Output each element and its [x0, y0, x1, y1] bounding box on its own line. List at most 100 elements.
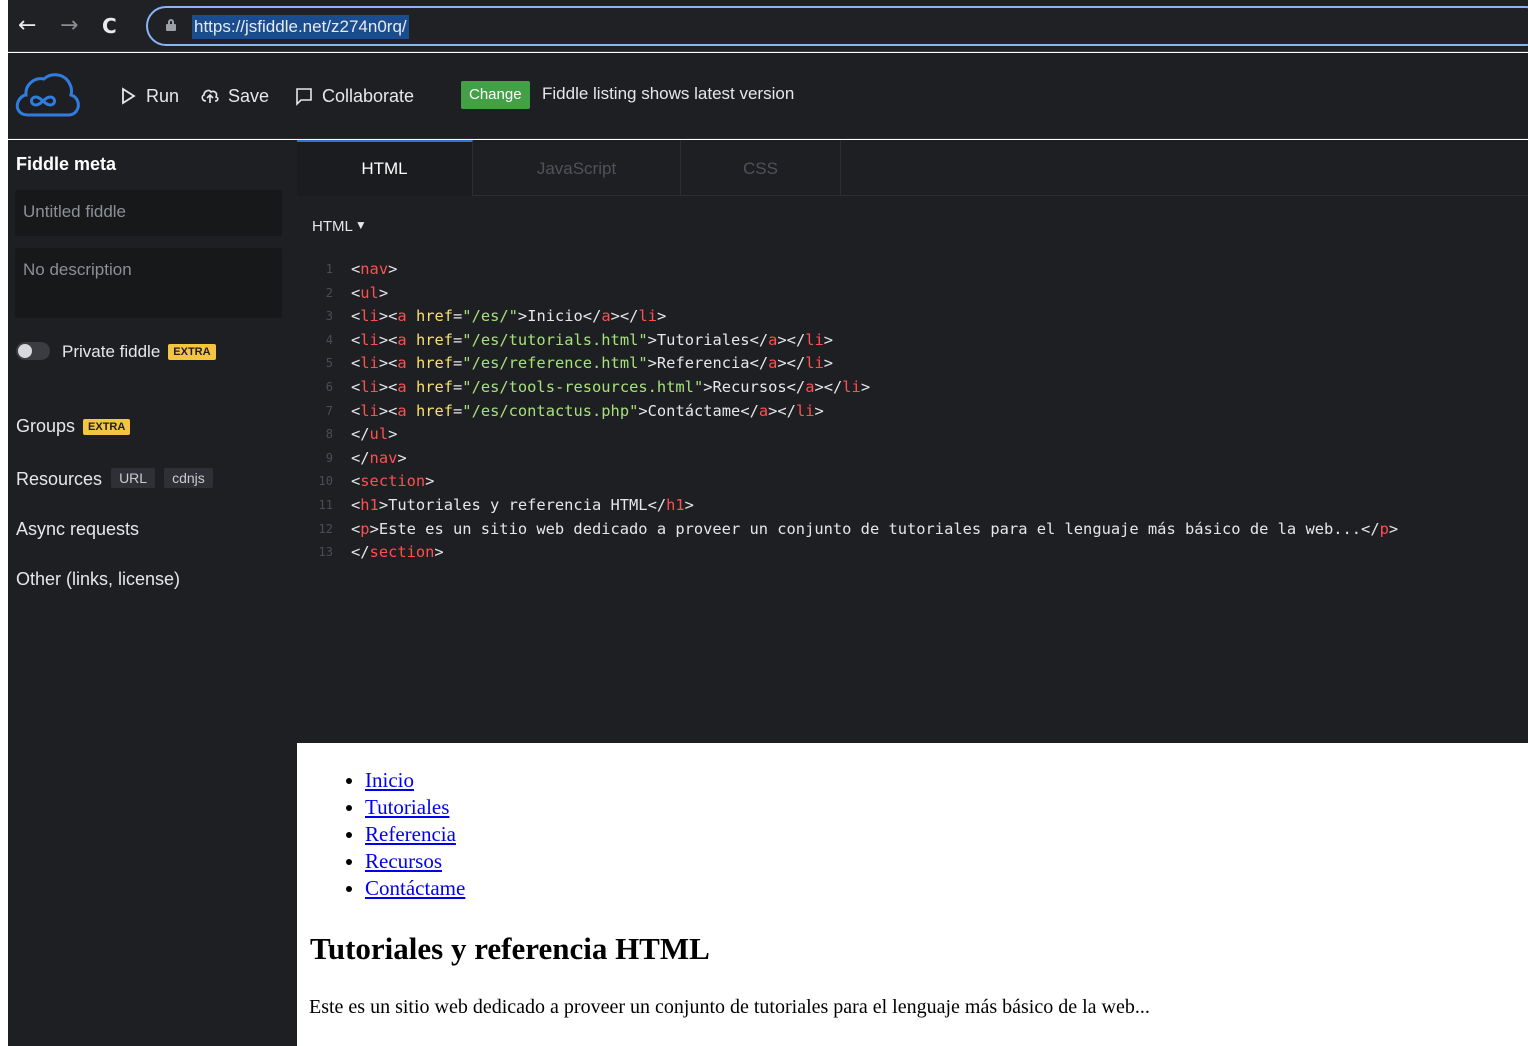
- code-line[interactable]: 13 </section>: [297, 541, 1528, 565]
- nav-list: Inicio Tutoriales Referencia Recursos Co…: [343, 767, 465, 902]
- save-button[interactable]: Save: [200, 83, 269, 109]
- app-header: Run Save Collaborate Change Fiddle listi…: [8, 53, 1528, 139]
- code-area[interactable]: 1 <nav> 2 <ul> 3 <li><a href="/es/">Inicio</a…: [297, 258, 1528, 565]
- code-text: <section>: [351, 472, 435, 491]
- line-number: 13: [318, 545, 333, 560]
- result-heading: Tutoriales y referencia HTML: [310, 931, 710, 966]
- resource-url-button[interactable]: URL: [111, 468, 156, 488]
- line-number: 8: [325, 427, 333, 442]
- collaborate-button[interactable]: Collaborate: [294, 83, 414, 109]
- play-icon: [122, 87, 136, 105]
- groups-label: Groups: [16, 416, 76, 436]
- line-number: 10: [318, 474, 333, 489]
- line-number: 3: [325, 309, 333, 324]
- private-label: Private fiddle EXTRA: [62, 342, 216, 362]
- line-number: 12: [318, 521, 333, 536]
- result-panel: Inicio Tutoriales Referencia Recursos Co…: [297, 743, 1528, 1046]
- tab-javascript[interactable]: JavaScript: [473, 140, 681, 196]
- code-line[interactable]: 12 <p>Este es un sitio web dedicado a pro…: [297, 518, 1528, 542]
- editor-tabs: HTML JavaScript CSS: [297, 140, 1528, 196]
- line-number: 9: [325, 450, 333, 465]
- code-line[interactable]: 4 <li><a href="/es/tutorials.html">Tutori…: [297, 329, 1528, 353]
- sidebar-title: Fiddle meta: [16, 154, 117, 174]
- run-button[interactable]: Run: [118, 83, 179, 109]
- sidebar-item-other[interactable]: Other (links, license): [16, 569, 180, 590]
- extra-badge: EXTRA: [83, 419, 131, 435]
- code-line[interactable]: 10 <section>: [297, 470, 1528, 494]
- tab-css[interactable]: CSS: [681, 140, 841, 196]
- line-number: 11: [318, 497, 333, 512]
- sidebar-item-groups[interactable]: Groups EXTRA: [16, 416, 131, 437]
- toggle-knob: [18, 344, 32, 358]
- browser-toolbar: ← → C https://jsfiddle.net/z274n0rq/: [8, 0, 1528, 52]
- code-line[interactable]: 11 <h1>Tutoriales y referencia HTML</h1>: [297, 494, 1528, 518]
- link-referencia[interactable]: Referencia: [365, 822, 456, 846]
- sidebar: Fiddle meta Untitled fiddle No descripti…: [8, 140, 297, 1046]
- extra-badge: EXTRA: [168, 344, 216, 360]
- change-button[interactable]: Change: [461, 81, 530, 109]
- run-label: Run: [146, 85, 180, 106]
- code-text: <h1>Tutoriales y referencia HTML</h1>: [351, 495, 694, 514]
- url-text[interactable]: https://jsfiddle.net/z274n0rq/: [192, 15, 409, 39]
- code-line[interactable]: 8 </ul>: [297, 423, 1528, 447]
- dropdown-triangle-icon: ▼: [354, 218, 367, 232]
- code-text: <nav>: [351, 260, 398, 278]
- list-item: Recursos: [365, 848, 465, 875]
- link-inicio[interactable]: Inicio: [365, 768, 414, 792]
- link-recursos[interactable]: Recursos: [365, 849, 442, 873]
- code-line[interactable]: 7 <li><a href="/es/contactus.php">Contáct…: [297, 400, 1528, 424]
- private-toggle[interactable]: [16, 342, 50, 360]
- language-selector[interactable]: HTML ▼: [312, 218, 367, 235]
- code-text: </nav>: [351, 448, 407, 467]
- code-text: <li><a href="/es/contactus.php">Contácta…: [351, 401, 824, 420]
- window-edge: [0, 0, 8, 1046]
- link-tutoriales[interactable]: Tutoriales: [365, 795, 449, 819]
- fiddle-description-field[interactable]: No description: [15, 248, 282, 318]
- list-item: Referencia: [365, 821, 465, 848]
- collaborate-label: Collaborate: [322, 85, 415, 106]
- address-bar[interactable]: https://jsfiddle.net/z274n0rq/: [146, 6, 1528, 46]
- line-number: 1: [325, 262, 333, 276]
- code-text: <p>Este es un sitio web dedicado a prove…: [351, 519, 1399, 538]
- link-contactame[interactable]: Contáctame: [365, 876, 465, 900]
- change-notice: Fiddle listing shows latest version: [542, 84, 795, 103]
- private-text: Private fiddle: [62, 342, 161, 361]
- reload-icon[interactable]: C: [102, 12, 117, 40]
- list-item: Contáctame: [365, 875, 465, 902]
- chat-icon: [296, 88, 312, 106]
- result-paragraph: Este es un sitio web dedicado a proveer …: [309, 996, 1150, 1018]
- lock-icon[interactable]: [166, 19, 176, 31]
- line-number: 2: [325, 285, 333, 300]
- code-text: </ul>: [351, 425, 398, 444]
- code-text: <li><a href="/es/tools-resources.html">R…: [351, 377, 871, 396]
- back-icon[interactable]: ←: [18, 12, 36, 40]
- html-editor-panel: HTML JavaScript CSS HTML ▼ 1 <nav> 2 <ul> 3 <l…: [297, 140, 1528, 743]
- forward-icon[interactable]: →: [60, 12, 78, 40]
- save-label: Save: [228, 85, 270, 106]
- line-number: 6: [325, 379, 333, 394]
- line-number: 4: [325, 332, 333, 347]
- sidebar-item-resources[interactable]: Resources URL cdnjs: [16, 468, 213, 490]
- resource-cdnjs-button[interactable]: cdnjs: [164, 468, 213, 488]
- code-line[interactable]: 1 <nav>: [297, 258, 1528, 282]
- cloud-upload-icon: [201, 89, 219, 103]
- code-line[interactable]: 2 <ul>: [297, 282, 1528, 306]
- code-text: <li><a href="/es/tutorials.html">Tutoria…: [351, 330, 834, 349]
- code-line[interactable]: 5 <li><a href="/es/reference.html">Refere…: [297, 352, 1528, 376]
- tab-html[interactable]: HTML: [297, 140, 473, 196]
- code-line[interactable]: 6 <li><a href="/es/tools-resources.html">…: [297, 376, 1528, 400]
- line-number: 7: [325, 403, 333, 418]
- code-line[interactable]: 3 <li><a href="/es/">Inicio</a></li>: [297, 305, 1528, 329]
- code-text: <li><a href="/es/">Inicio</a></li>: [351, 307, 667, 326]
- jsfiddle-logo[interactable]: [14, 71, 82, 119]
- line-number: 5: [325, 356, 333, 371]
- list-item: Inicio: [365, 767, 465, 794]
- list-item: Tutoriales: [365, 794, 465, 821]
- language-label: HTML: [312, 218, 353, 235]
- code-line[interactable]: 9 </nav>: [297, 447, 1528, 471]
- fiddle-title-field[interactable]: Untitled fiddle: [15, 190, 282, 236]
- code-text: <ul>: [351, 283, 389, 302]
- sidebar-item-async-requests[interactable]: Async requests: [16, 519, 139, 540]
- resources-label: Resources: [16, 469, 103, 489]
- code-text: <li><a href="/es/reference.html">Referen…: [351, 354, 834, 373]
